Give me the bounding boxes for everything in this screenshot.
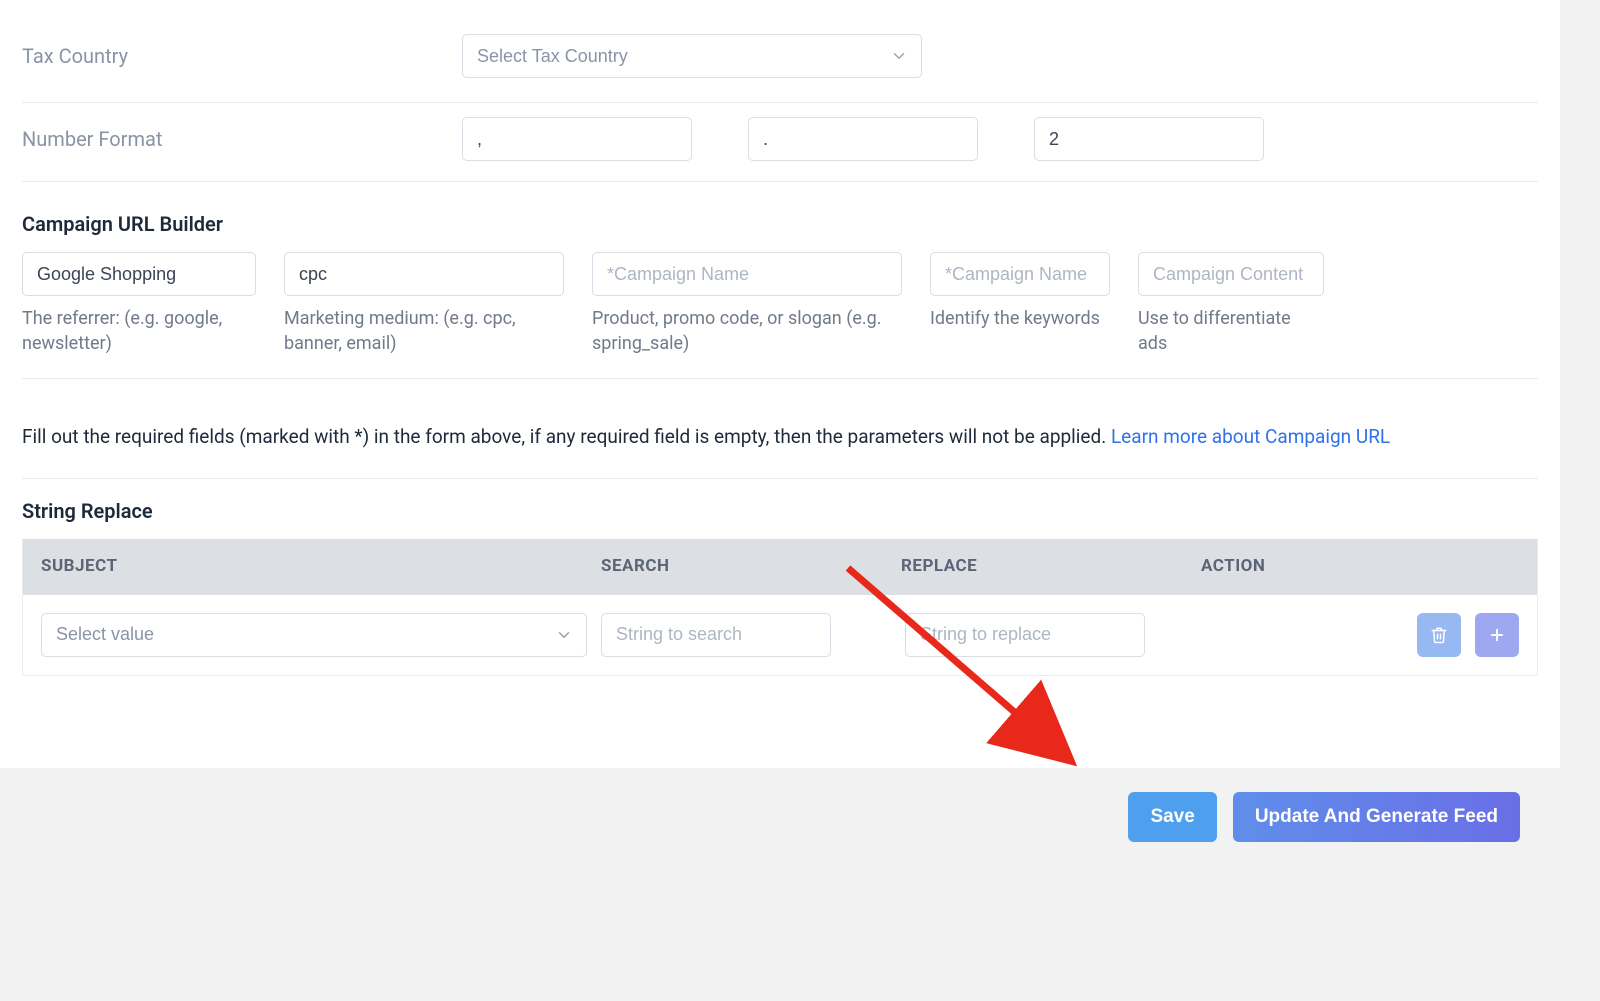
plus-icon xyxy=(1488,626,1506,644)
number-format-inputs xyxy=(462,117,1538,161)
note-text: Fill out the required fields (marked wit… xyxy=(22,425,1106,448)
url-builder-title: Campaign URL Builder xyxy=(22,210,1538,238)
th-subject: SUBJECT xyxy=(41,555,601,579)
string-replace-table: SUBJECT SEARCH REPLACE ACTION Select val… xyxy=(22,539,1538,676)
subject-select-wrap: Select value xyxy=(41,613,587,657)
number-format-row: Number Format xyxy=(22,103,1538,171)
th-replace: REPLACE xyxy=(901,555,1201,579)
urlb-col-content: Use to differentiate ads xyxy=(1138,252,1324,356)
number-format-precision-input[interactable] xyxy=(1034,117,1264,161)
add-row-button[interactable] xyxy=(1475,613,1519,657)
urlb-col-medium: Marketing medium: (e.g. cpc, banner, ema… xyxy=(284,252,564,356)
update-generate-feed-button[interactable]: Update And Generate Feed xyxy=(1233,792,1520,842)
replace-input[interactable] xyxy=(905,613,1145,657)
table-header-row: SUBJECT SEARCH REPLACE ACTION xyxy=(23,539,1537,595)
subject-select[interactable]: Select value xyxy=(41,613,587,657)
th-action: ACTION xyxy=(1201,555,1519,579)
tax-country-select-wrap: Select Tax Country xyxy=(462,34,922,78)
urlb-col-term: Identify the keywords xyxy=(930,252,1110,356)
settings-form: Tax Country Select Tax Country Number Fo… xyxy=(0,0,1560,768)
search-input[interactable] xyxy=(601,613,831,657)
number-format-thousands-input[interactable] xyxy=(462,117,692,161)
tax-country-select[interactable]: Select Tax Country xyxy=(462,34,922,78)
number-format-decimal-input[interactable] xyxy=(748,117,978,161)
urlb-term-input[interactable] xyxy=(930,252,1110,296)
urlb-medium-help: Marketing medium: (e.g. cpc, banner, ema… xyxy=(284,306,564,356)
urlb-content-input[interactable] xyxy=(1138,252,1324,296)
save-button[interactable]: Save xyxy=(1128,792,1216,842)
urlb-col-source: The referrer: (e.g. google, newsletter) xyxy=(22,252,256,356)
urlb-content-help: Use to differentiate ads xyxy=(1138,306,1324,356)
url-builder-block: The referrer: (e.g. google, newsletter) … xyxy=(22,252,1538,379)
tax-country-label: Tax Country xyxy=(22,34,462,70)
string-replace-title: String Replace xyxy=(22,497,1538,525)
row-action-buttons xyxy=(1417,613,1519,657)
divider xyxy=(22,181,1538,182)
trash-icon xyxy=(1430,626,1448,644)
learn-more-link[interactable]: Learn more about Campaign URL xyxy=(1111,425,1390,448)
urlb-campaign-input[interactable] xyxy=(592,252,902,296)
number-format-label: Number Format xyxy=(22,117,462,153)
delete-row-button[interactable] xyxy=(1417,613,1461,657)
form-footer: Save Update And Generate Feed xyxy=(0,768,1560,882)
urlb-col-campaign: Product, promo code, or slogan (e.g. spr… xyxy=(592,252,902,356)
url-builder-row: The referrer: (e.g. google, newsletter) … xyxy=(22,252,1538,356)
tax-country-row: Tax Country Select Tax Country xyxy=(22,20,1538,103)
table-row: Select value xyxy=(23,595,1537,657)
urlb-medium-input[interactable] xyxy=(284,252,564,296)
urlb-source-help: The referrer: (e.g. google, newsletter) xyxy=(22,306,256,356)
urlb-term-help: Identify the keywords xyxy=(930,306,1110,331)
tax-country-select-text: Select Tax Country xyxy=(477,46,628,67)
th-search: SEARCH xyxy=(601,555,901,579)
urlb-campaign-help: Product, promo code, or slogan (e.g. spr… xyxy=(592,306,902,356)
subject-select-text: Select value xyxy=(56,624,154,645)
urlb-source-input[interactable] xyxy=(22,252,256,296)
required-fields-note: Fill out the required fields (marked wit… xyxy=(22,423,1538,479)
